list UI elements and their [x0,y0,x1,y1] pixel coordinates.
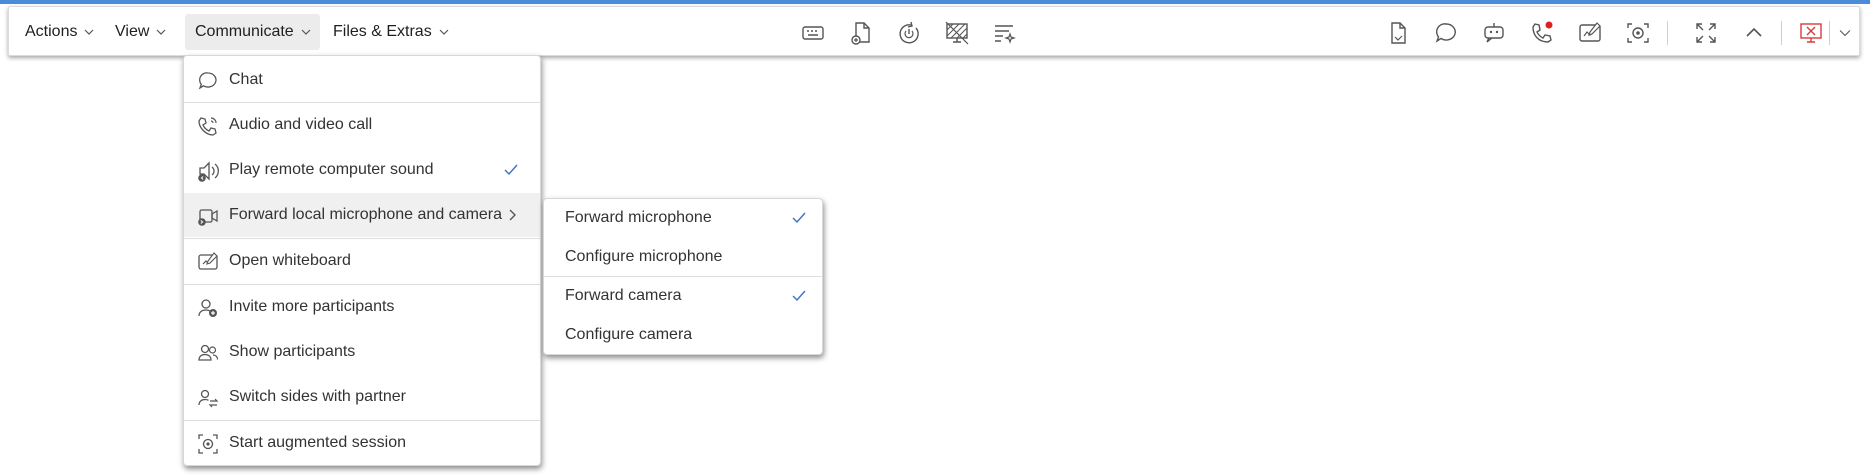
menu-item-label: Play remote computer sound [229,161,434,178]
menu-actions[interactable]: Actions [9,14,103,50]
whiteboard-icon [1579,22,1601,42]
black-screen-icon [945,21,969,45]
file-transfer-icon [851,22,870,45]
chat-button[interactable] [1432,19,1460,47]
menu-item-label: Switch sides with partner [229,388,406,405]
submenu-item-label: Configure microphone [565,248,723,265]
submenu-item-forward-microphone[interactable]: Forward microphone [544,199,822,237]
menu-item-switch-sides[interactable]: Switch sides with partner [184,375,540,419]
whiteboard-icon [198,252,218,270]
ai-session-summary-button[interactable] [991,19,1019,47]
chevron-right-icon [509,209,516,221]
chevron-down-icon [85,29,94,35]
end-session-options-button[interactable] [1835,19,1855,47]
chevron-up-icon [1746,27,1762,37]
menu-item-start-augmented-session[interactable]: Start augmented session [184,421,540,465]
collapse-toolbar-button[interactable] [1740,19,1768,47]
send-key-combination-button[interactable] [799,19,827,47]
menu-files-extras[interactable]: Files & Extras [317,14,458,50]
menu-item-label: Invite more participants [229,298,395,315]
phone-icon [198,117,217,136]
remote-reboot-button[interactable] [895,19,923,47]
menu-item-audio-video-call[interactable]: Audio and video call [184,103,540,147]
chat-bot-icon [1484,23,1504,43]
menu-item-label: Audio and video call [229,116,373,133]
menu-item-open-whiteboard[interactable]: Open whiteboard [184,239,540,283]
participants-icon [198,344,219,361]
chevron-down-icon [301,29,311,35]
chat-icon [1435,23,1456,43]
menu-item-forward-mic-camera[interactable]: Forward local microphone and camera [184,193,540,237]
magic-list-icon [995,25,1016,44]
phone-icon [1532,21,1553,43]
add-user-icon [198,299,217,317]
checkmark-icon [792,290,806,302]
camera-icon [198,209,218,226]
transfer-files-button[interactable] [847,19,875,47]
window-top-accent [0,0,1870,4]
chevron-down-icon [439,29,449,35]
menu-view[interactable]: View [99,14,175,50]
toolbar-separator [1781,21,1782,45]
file-icon [1391,22,1406,44]
whiteboard-button[interactable] [1576,19,1604,47]
reboot-icon [899,21,919,44]
fullscreen-button[interactable] [1692,19,1720,47]
menu-communicate[interactable]: Communicate [185,14,320,50]
chevron-down-icon [1839,30,1851,37]
chat-icon [198,72,217,90]
menu-communicate-label: Communicate [195,23,294,40]
menu-item-label: Forward local microphone and camera [229,206,503,223]
remote-control-toolbar: Actions View Communicate Files & Extras [8,6,1860,56]
remote-support-chat-button[interactable] [1480,19,1508,47]
menu-item-label: Chat [229,71,263,88]
toolbar-separator [1829,21,1830,45]
fullscreen-icon [1696,23,1716,43]
submenu-item-label: Forward microphone [565,209,712,226]
show-black-screen-button[interactable] [943,19,971,47]
augmented-session-button[interactable] [1624,19,1652,47]
close-session-icon [1800,23,1822,43]
submenu-item-configure-microphone[interactable]: Configure microphone [544,238,822,276]
menu-item-show-participants[interactable]: Show participants [184,330,540,374]
augmented-icon [198,434,218,454]
menu-item-label: Show participants [229,343,356,360]
switch-sides-icon [198,389,219,408]
session-files-button[interactable] [1384,19,1412,47]
chevron-down-icon [156,29,166,35]
menu-view-label: View [115,23,150,40]
augmented-icon [1627,23,1649,43]
toolbar-separator [1667,21,1668,45]
keyboard-icon [802,26,824,40]
menu-item-label: Start augmented session [229,434,406,451]
menu-item-label: Open whiteboard [229,252,351,269]
checkmark-icon [504,164,518,176]
end-session-button[interactable] [1797,19,1825,47]
communicate-menu: Chat Audio and video call Play remote co… [183,55,541,466]
checkmark-icon [792,212,806,224]
call-button[interactable] [1528,19,1556,47]
menu-actions-label: Actions [25,23,78,40]
submenu-item-forward-camera[interactable]: Forward camera [544,277,822,315]
speaker-icon [198,161,219,182]
submenu-item-label: Forward camera [565,287,682,304]
forward-mic-camera-submenu: Forward microphone Configure microphone … [543,198,823,355]
menu-item-invite-participants[interactable]: Invite more participants [184,285,540,329]
menu-files-extras-label: Files & Extras [333,23,432,40]
menu-item-play-remote-sound[interactable]: Play remote computer sound [184,148,540,192]
submenu-item-configure-camera[interactable]: Configure camera [544,316,822,354]
menu-item-chat[interactable]: Chat [184,58,540,102]
submenu-item-label: Configure camera [565,326,693,343]
